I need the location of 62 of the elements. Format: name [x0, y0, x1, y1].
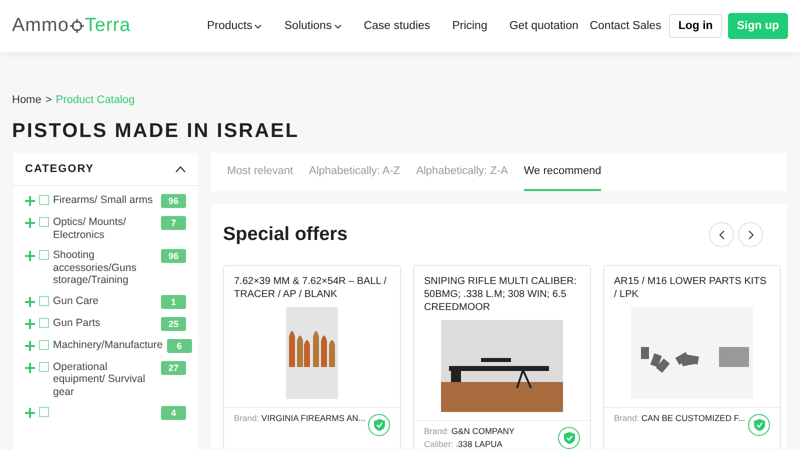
checkbox[interactable] [39, 318, 49, 328]
plus-icon[interactable] [25, 362, 35, 372]
breadcrumb-link[interactable]: Home [12, 94, 42, 106]
count-badge: 96 [161, 194, 186, 208]
checkbox[interactable] [39, 217, 49, 227]
plus-icon[interactable] [25, 318, 35, 328]
category-label: Operational equipment/ Survival gear [53, 360, 146, 398]
nav-link[interactable]: Pricing [452, 20, 488, 32]
category-label: Firearms/ Small arms [53, 194, 153, 206]
checkbox[interactable] [39, 296, 49, 306]
category-title: CATEGORY [25, 163, 94, 175]
product-field: Caliber: .338 LAPUA [424, 438, 515, 449]
chevron-left-icon [718, 230, 724, 240]
category-label: Gun Parts [53, 316, 100, 328]
product-field: Brand: G&N COMPANY [424, 425, 515, 438]
product-card[interactable]: 7.62×39 MM & 7.62×54R – BALL / TRACER / AP / BLANK Brand: VIRGINIA FIREARMS AN... [223, 265, 401, 449]
section-title: Special offers [223, 224, 348, 246]
plus-icon[interactable] [25, 296, 35, 306]
previous-button[interactable] [709, 222, 734, 247]
checkbox[interactable] [39, 407, 49, 417]
product-card[interactable]: SNIPING RIFLE MULTI CALIBER: 50BMG; .338 L.M; 308 WIN; 6.5 CREEDMOOR Brand: G&N COMPANY Caliber: .338 LAPUA [413, 265, 591, 449]
contact-sales-link[interactable]: Contact Sales [590, 20, 662, 32]
breadcrumb-separator: > [45, 94, 52, 106]
product-title[interactable]: SNIPING RIFLE MULTI CALIBER: 50BMG; .338 L.M; 308 WIN; 6.5 CREEDMOOR [414, 266, 590, 320]
nav-link[interactable]: Case studies [364, 20, 430, 32]
nav-link[interactable]: Products [207, 20, 262, 32]
chevron-right-icon [748, 230, 754, 240]
category-label: Shooting accessories/Guns storage/Training [53, 249, 136, 286]
count-badge: 96 [161, 249, 186, 263]
checkbox[interactable] [39, 250, 49, 260]
count-badge: 4 [161, 406, 186, 420]
nav-link[interactable]: Solutions [284, 20, 342, 32]
next-button[interactable] [738, 222, 763, 247]
category-label: Gun Care [53, 294, 99, 306]
product-title[interactable]: AR15 / M16 LOWER PARTS KITS / LPK [604, 266, 780, 307]
page-title: PISTOLS MADE IN ISRAEL [12, 120, 300, 143]
login-button[interactable]: Log in [669, 14, 722, 38]
chevron-down-icon [254, 22, 262, 30]
checkbox[interactable] [39, 362, 49, 372]
category-label: Optics/ Mounts/ Electronics [53, 216, 126, 240]
checkbox[interactable] [39, 195, 49, 205]
count-badge: 7 [161, 216, 186, 230]
count-badge: 1 [161, 294, 186, 308]
count-badge: 27 [161, 360, 186, 374]
chevron-down-icon [334, 22, 342, 30]
count-badge: 25 [161, 316, 186, 330]
checkbox[interactable] [39, 340, 49, 350]
product-card[interactable]: AR15 / M16 LOWER PARTS KITS / LPK Brand: CAN BE CUSTOMIZED F... [603, 265, 781, 449]
product-title[interactable]: 7.62×39 MM & 7.62×54R – BALL / TRACER / AP / BLANK [224, 266, 400, 307]
logo[interactable]: Ammo Terra [12, 15, 192, 37]
plus-icon[interactable] [25, 251, 35, 261]
plus-icon[interactable] [25, 218, 35, 228]
collapse-icon[interactable] [175, 166, 186, 172]
plus-icon[interactable] [25, 340, 35, 350]
sort-tab[interactable]: We recommend [524, 153, 602, 191]
plus-icon[interactable] [25, 196, 35, 206]
product-field: Brand: CAN BE CUSTOMIZED F... [614, 412, 746, 425]
category-label: Machinery/Manufacture [53, 338, 163, 350]
nav-link[interactable]: Get quotation [509, 20, 578, 32]
count-badge: 6 [166, 338, 192, 352]
plus-icon[interactable] [25, 408, 35, 418]
product-field: Brand: VIRGINIA FIREARMS AN... [234, 412, 366, 425]
